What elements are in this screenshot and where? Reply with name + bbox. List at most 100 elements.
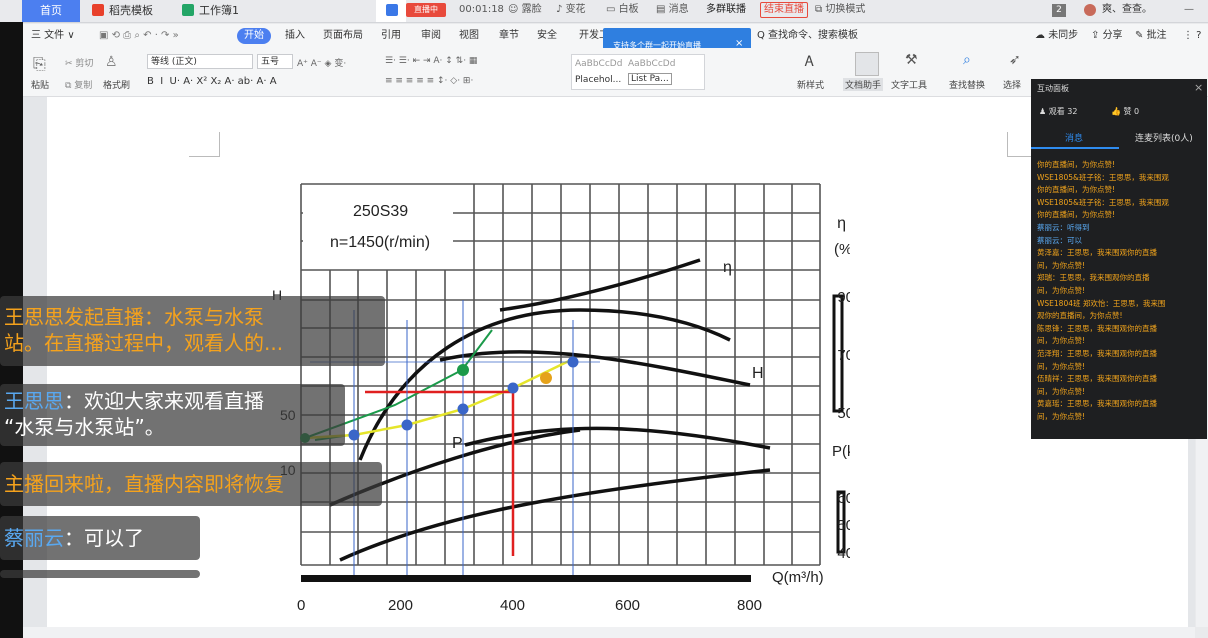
alignment-buttons[interactable]: ≡ ≡ ≡ ≡ ≡ ↕· ◇· ⊞· [385, 76, 473, 86]
voice-button[interactable]: ♪ 变花 [556, 0, 586, 20]
danmu-welcome-text: ：欢迎大家来观看直播 [64, 389, 264, 413]
title-tab-bar: 首页 稻壳模板 工作簿1 3 直播中 00:01:18 ☺ 露脸 ♪ 变花 ▭ … [0, 0, 1208, 39]
spreadsheet-icon [182, 4, 194, 16]
minimize-icon[interactable]: — [1184, 0, 1194, 20]
p-scale: 60 50 40 [836, 490, 850, 562]
doc-assistant-button[interactable]: 文档助手 [843, 78, 884, 91]
tab-workbook[interactable]: 工作簿1 [172, 0, 264, 22]
select-icon[interactable]: ➶ [1009, 52, 1021, 68]
tab-start[interactable]: 开始 [237, 28, 271, 44]
tab-home[interactable]: 首页 [22, 0, 80, 22]
end-live-button[interactable]: 结束直播 [760, 2, 808, 18]
likes-count: 👍 赞 0 [1111, 107, 1140, 116]
panel-message: 伍晴祥：王思思，我来围观你的直播 [1037, 374, 1157, 384]
switch-mode-button[interactable]: ⧉ 切换模式 [815, 0, 865, 20]
page-corner-mark [189, 132, 220, 157]
select-button[interactable]: 选择 [1003, 78, 1021, 91]
tab-security[interactable]: 安全 [537, 28, 557, 44]
template-icon [92, 4, 104, 16]
new-style-icon[interactable]: Ꭺ [805, 54, 814, 70]
style-list-paragraph[interactable]: List Pa... [628, 73, 672, 85]
tab-insert[interactable]: 插入 [285, 28, 305, 44]
panel-title: 互动面板 [1037, 84, 1069, 93]
text-tools-button[interactable]: 文字工具 [891, 78, 927, 91]
text-style-buttons[interactable]: B I U· A· X² X₂ A· ab· A· A [147, 76, 277, 87]
tab-template[interactable]: 稻壳模板 [82, 0, 170, 22]
comment-label: 批注 [1146, 30, 1167, 41]
panel-message: 蔡丽云：听得到 [1037, 222, 1090, 232]
beauty-button[interactable]: ☺ 露脸 [508, 0, 542, 20]
font-family-select[interactable]: 等线 (正文) [147, 54, 253, 69]
chart-model: 250S39 [353, 203, 408, 220]
share-button[interactable]: ⇪ 分享 [1091, 28, 1123, 44]
command-search[interactable]: Q 查找命令、搜索模板 [757, 28, 858, 44]
p-tick-40: 40 [837, 545, 850, 562]
chart-curves [329, 258, 771, 562]
avatar[interactable] [1084, 4, 1096, 16]
panel-message: 间，为你点赞! [1037, 260, 1086, 270]
message-list: 你的直播间，为你点赞! WSE1805&班子铭：王思思，我来围观 你的直播间，为… [1037, 159, 1203, 423]
style-placeholder[interactable]: Placehol... [575, 75, 621, 85]
panel-message: 蔡丽云：可以 [1037, 235, 1082, 245]
quick-access-icons[interactable]: ▣ ⟲ ⎙ ⌕ ↶ · ↷ » [99, 28, 179, 44]
tab-document[interactable]: 3 [376, 0, 406, 39]
efficiency-upper-curve [499, 258, 701, 312]
horizontal-scrollbar[interactable] [23, 627, 1195, 638]
x-axis-scale: 0 200 400 600 800 [297, 575, 762, 614]
message-label: 消息 [668, 4, 689, 15]
panel-message: 范泽翔：王思思，我来围观你的直播 [1037, 348, 1157, 358]
panel-message: 观你的直播间，为你点赞! [1037, 311, 1123, 321]
font-size-select[interactable]: 五号 [257, 54, 293, 69]
danmu-partial [0, 570, 200, 578]
danmu-live-start: 王思思发起直播：水泵与水泵 站。在直播过程中，观看人的... [0, 296, 385, 366]
danmu-cai-text: ：可以了 [64, 526, 144, 550]
tab-messages[interactable]: 消息 [1065, 131, 1083, 144]
format-painter-label[interactable]: 格式刷 [103, 78, 130, 91]
eta-symbol: η [837, 215, 846, 232]
p-curve-label: P [452, 435, 463, 452]
style-gallery[interactable]: AaBbCcDd AaBbCcDd Placehol... List Pa... [571, 54, 705, 90]
new-style-button[interactable]: 新样式 [797, 78, 824, 91]
tab-review[interactable]: 审阅 [421, 28, 441, 44]
danmu-live-start-line1: 王思思发起直播：水泵与水泵 [4, 305, 264, 329]
sync-button[interactable]: ☁ 未同步 [1035, 28, 1078, 44]
paste-button[interactable]: ⎘ [33, 54, 46, 74]
h-curve-label: H [752, 365, 764, 382]
cut-button[interactable]: ✂ 剪切 [65, 56, 93, 69]
message-button[interactable]: ▤ 消息 [656, 0, 689, 20]
find-replace-icon[interactable]: ⌕ [963, 52, 971, 68]
font-grow-icons[interactable]: A⁺ A⁻ ◈ 变· [297, 56, 346, 69]
tab-reference[interactable]: 引用 [381, 28, 401, 44]
tab-layout[interactable]: 页面布局 [323, 28, 363, 44]
document-icon [386, 4, 398, 16]
doc-assistant-icon[interactable] [855, 52, 879, 76]
panel-message: WSE1805&班子铭：王思思，我来围观 [1037, 197, 1169, 207]
multi-group-button[interactable]: 多群联播 [706, 0, 746, 20]
x-tick-800: 800 [737, 597, 762, 614]
find-replace-button[interactable]: 查找替换 [949, 78, 985, 91]
panel-message: 陈思锋：王思思，我来围观你的直播 [1037, 323, 1157, 333]
paste-label[interactable]: 粘贴 [31, 78, 49, 91]
user-name[interactable]: 爽、查查。 [1102, 0, 1152, 20]
file-menu[interactable]: 三 文件 ∨ [31, 28, 75, 44]
eta-curve-label: η [723, 259, 732, 276]
panel-message: 郑瑞：王思思，我来围观你的直播 [1037, 273, 1150, 283]
tab-view[interactable]: 视图 [459, 28, 479, 44]
interaction-panel: 互动面板 × ♟ 观看 32 👍 赞 0 消息 连麦列表(0人) 你的直播间，为… [1031, 79, 1207, 439]
panel-message: WSE1804班 郑欢怡：王思思，我来围 [1037, 298, 1166, 308]
panel-message: 间，为你点赞! [1037, 411, 1086, 421]
tab-chapter[interactable]: 章节 [499, 28, 519, 44]
help-icon[interactable]: ⋮ ? [1183, 28, 1202, 44]
paragraph-buttons[interactable]: ☰· ☰· ⇤ ⇥ A· ↕ ⇅· ▦ [385, 56, 477, 66]
text-tools-icon[interactable]: ⚒ [905, 52, 918, 68]
format-painter-button[interactable]: ♙ [105, 54, 118, 70]
eta-tick-70: 70 [837, 347, 850, 364]
tab-mic-list[interactable]: 连麦列表(0人) [1135, 131, 1193, 144]
panel-close-icon[interactable]: × [1194, 81, 1203, 94]
q-label: Q(m³/h) [772, 569, 824, 586]
panel-message: 间，为你点赞! [1037, 285, 1086, 295]
x-tick-400: 400 [500, 597, 525, 614]
comment-button[interactable]: ✎ 批注 [1135, 28, 1167, 44]
whiteboard-button[interactable]: ▭ 白板 [606, 0, 639, 20]
copy-button[interactable]: ⧉ 复制 [65, 78, 92, 91]
